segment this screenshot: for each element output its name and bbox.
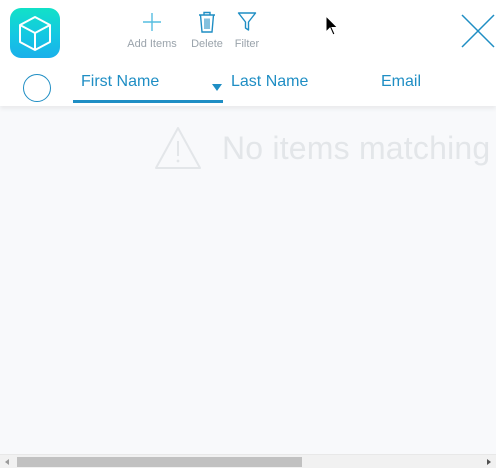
scrollbar-thumb[interactable] [17,457,302,467]
add-items-label: Add Items [127,38,177,50]
scroll-right-icon[interactable] [487,459,491,465]
sorted-column-indicator [73,100,223,103]
column-header-row: First Name Last Name Email [0,62,496,106]
delete-label: Delete [191,38,223,50]
cube-icon[interactable] [10,8,60,58]
filter-button[interactable]: Filter [230,10,264,50]
mouse-cursor-icon [325,15,339,36]
filter-label: Filter [234,38,260,50]
plus-icon [143,13,161,31]
toolbar: Add Items Delete Filter [0,0,496,62]
column-header-email[interactable]: Email [381,73,421,91]
horizontal-scrollbar[interactable] [0,454,496,468]
items-list: No items matching [0,106,496,454]
close-icon[interactable] [458,11,496,51]
sort-descending-icon[interactable] [212,84,222,91]
funnel-icon [237,12,257,31]
scroll-left-icon[interactable] [5,459,9,465]
column-header-last-name[interactable]: Last Name [231,73,308,91]
empty-state-message: No items matching [222,130,491,166]
warning-icon [155,127,201,169]
select-all-checkbox[interactable] [23,74,51,102]
column-header-first-name[interactable]: First Name [81,73,159,91]
add-items-button[interactable]: Add Items [123,10,181,50]
delete-button[interactable]: Delete [187,10,227,50]
trash-icon [199,11,215,33]
